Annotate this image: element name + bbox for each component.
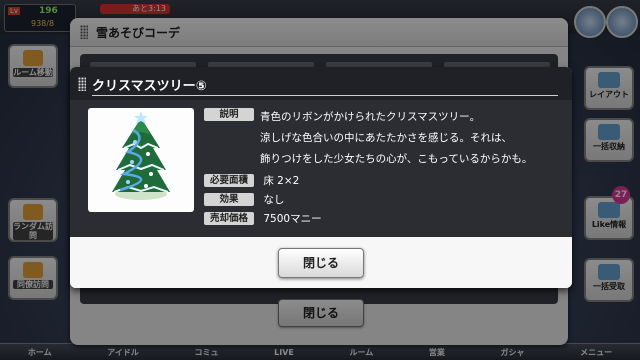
description-line-2: 涼しげな色合いの中にあたたかさを感じる。それは、 xyxy=(260,132,512,144)
description-line-1: 青色のリボンがかけられたクリスマスツリー。 xyxy=(260,111,481,123)
item-info-panel: 説明 青色のリボンがかけられたクリスマスツリー。 涼しげな色合いの中にあたたかさ… xyxy=(70,100,572,237)
header-dots-icon xyxy=(78,77,86,91)
area-row: 必要面積 床 2×2 xyxy=(204,173,299,188)
item-detail-dialog: クリスマスツリー⑤ 説明 青色のリボンがかけられたクリスマスツリー。 涼しげな色… xyxy=(70,67,572,288)
close-button[interactable]: 閉じる xyxy=(278,248,364,278)
christmas-tree-icon xyxy=(112,111,170,200)
effect-label: 効果 xyxy=(204,193,254,206)
price-value: 7500マニー xyxy=(263,213,322,225)
effect-row: 効果 なし xyxy=(204,192,284,207)
area-label: 必要面積 xyxy=(204,174,254,187)
description-row: 説明 xyxy=(204,108,260,121)
item-detail-header: クリスマスツリー⑤ xyxy=(70,67,572,100)
price-row: 売却価格 7500マニー xyxy=(204,211,322,226)
header-divider xyxy=(92,95,558,96)
item-title: クリスマスツリー⑤ xyxy=(92,79,207,94)
effect-value: なし xyxy=(263,194,285,206)
item-detail-footer: 閉じる xyxy=(70,237,572,288)
description-label: 説明 xyxy=(204,108,254,121)
price-label: 売却価格 xyxy=(204,212,254,225)
area-value: 床 2×2 xyxy=(263,175,300,187)
item-thumbnail xyxy=(88,108,194,212)
description-line-3: 飾りつけをした少女たちの心が、こもっているからかも。 xyxy=(260,153,533,165)
